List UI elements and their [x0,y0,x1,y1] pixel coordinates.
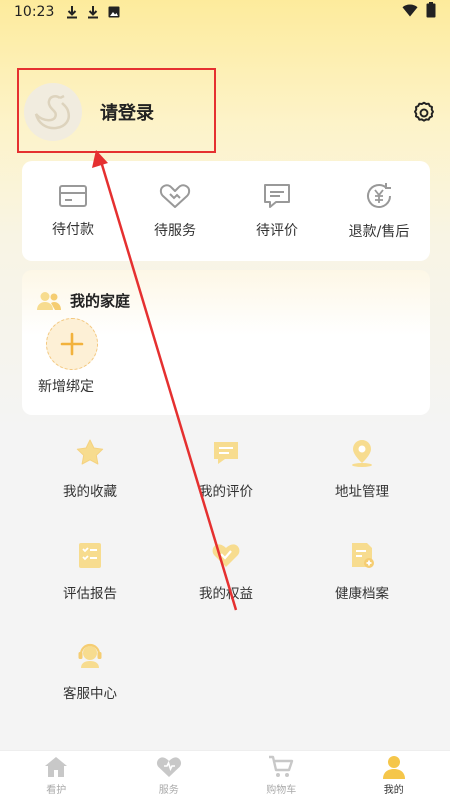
login-label[interactable]: 请登录 [100,99,154,125]
order-status-card: 待付款 待服务 待评价 退款/售后 [22,161,430,261]
tab-mine[interactable]: 我的 [338,751,450,800]
order-pending-payment[interactable]: 待付款 [22,161,124,261]
message-icon [214,442,238,464]
menu-label: 地址管理 [335,484,389,500]
home-icon [45,757,68,777]
plus-icon [60,332,84,356]
battery-icon [426,2,436,22]
download-icon [66,5,78,19]
image-notification-icon [108,6,120,18]
login-entry[interactable]: 请登录 [20,72,216,152]
menu-health-records[interactable]: 健康档案 [302,540,422,602]
status-bar: 10:23 [0,0,450,24]
family-title: 我的家庭 [70,292,131,310]
my-family-card: 我的家庭 新增绑定 [22,270,430,415]
menu-label: 评估报告 [63,586,117,602]
order-refund-aftersale-label: 退款/售后 [348,224,410,240]
menu-label: 客服中心 [63,686,117,702]
menu-my-benefits[interactable]: 我的权益 [166,540,286,602]
tab-care[interactable]: 看护 [0,751,113,800]
order-pending-review[interactable]: 待评价 [226,161,328,261]
add-binding-label[interactable]: 新增绑定 [38,376,94,396]
star-icon [76,439,104,465]
tab-label: 看护 [46,785,67,796]
menu-customer-service[interactable]: 客服中心 [30,640,150,702]
refund-icon [367,183,391,208]
menu-my-reviews[interactable]: 我的评价 [166,438,286,500]
avatar[interactable] [24,83,82,141]
settings-gear-icon[interactable] [411,100,437,126]
wifi-icon [402,4,418,21]
tab-service[interactable]: 服务 [113,751,226,800]
tab-label: 我的 [383,785,404,796]
comment-icon [264,184,290,208]
menu-label: 健康档案 [335,586,389,602]
heart-icon [156,757,181,777]
wallet-icon [59,185,87,207]
order-pending-service-label: 待服务 [154,223,196,239]
menu-assessment-report[interactable]: 评估报告 [30,540,150,602]
menu-label: 我的收藏 [63,484,117,500]
swan-logo-icon [34,94,70,130]
download-icon [87,5,99,19]
add-binding-button[interactable] [46,318,98,370]
cart-icon [269,755,294,777]
menu-label: 我的权益 [199,586,253,602]
handshake-icon [159,184,191,208]
family-members-icon [37,291,61,310]
location-icon [352,440,372,467]
report-icon [79,543,101,568]
bottom-tab-bar: 看护 服务 购物车 我的 [0,750,450,800]
menu-label: 我的评价 [199,484,253,500]
order-pending-service[interactable]: 待服务 [124,161,226,261]
family-header: 我的家庭 [36,290,130,311]
order-pending-payment-label: 待付款 [52,222,94,238]
order-refund-aftersale[interactable]: 退款/售后 [328,161,430,261]
menu-my-favorites[interactable]: 我的收藏 [30,438,150,500]
order-pending-review-label: 待评价 [256,223,298,239]
tab-cart[interactable]: 购物车 [225,751,338,800]
status-time: 10:23 [14,4,55,20]
headset-icon [78,643,102,668]
tab-label: 服务 [158,785,179,796]
heart-check-icon [212,544,240,567]
health-file-icon [352,543,374,568]
user-icon [382,756,405,779]
menu-address-management[interactable]: 地址管理 [302,438,422,500]
tab-label: 购物车 [266,785,297,796]
